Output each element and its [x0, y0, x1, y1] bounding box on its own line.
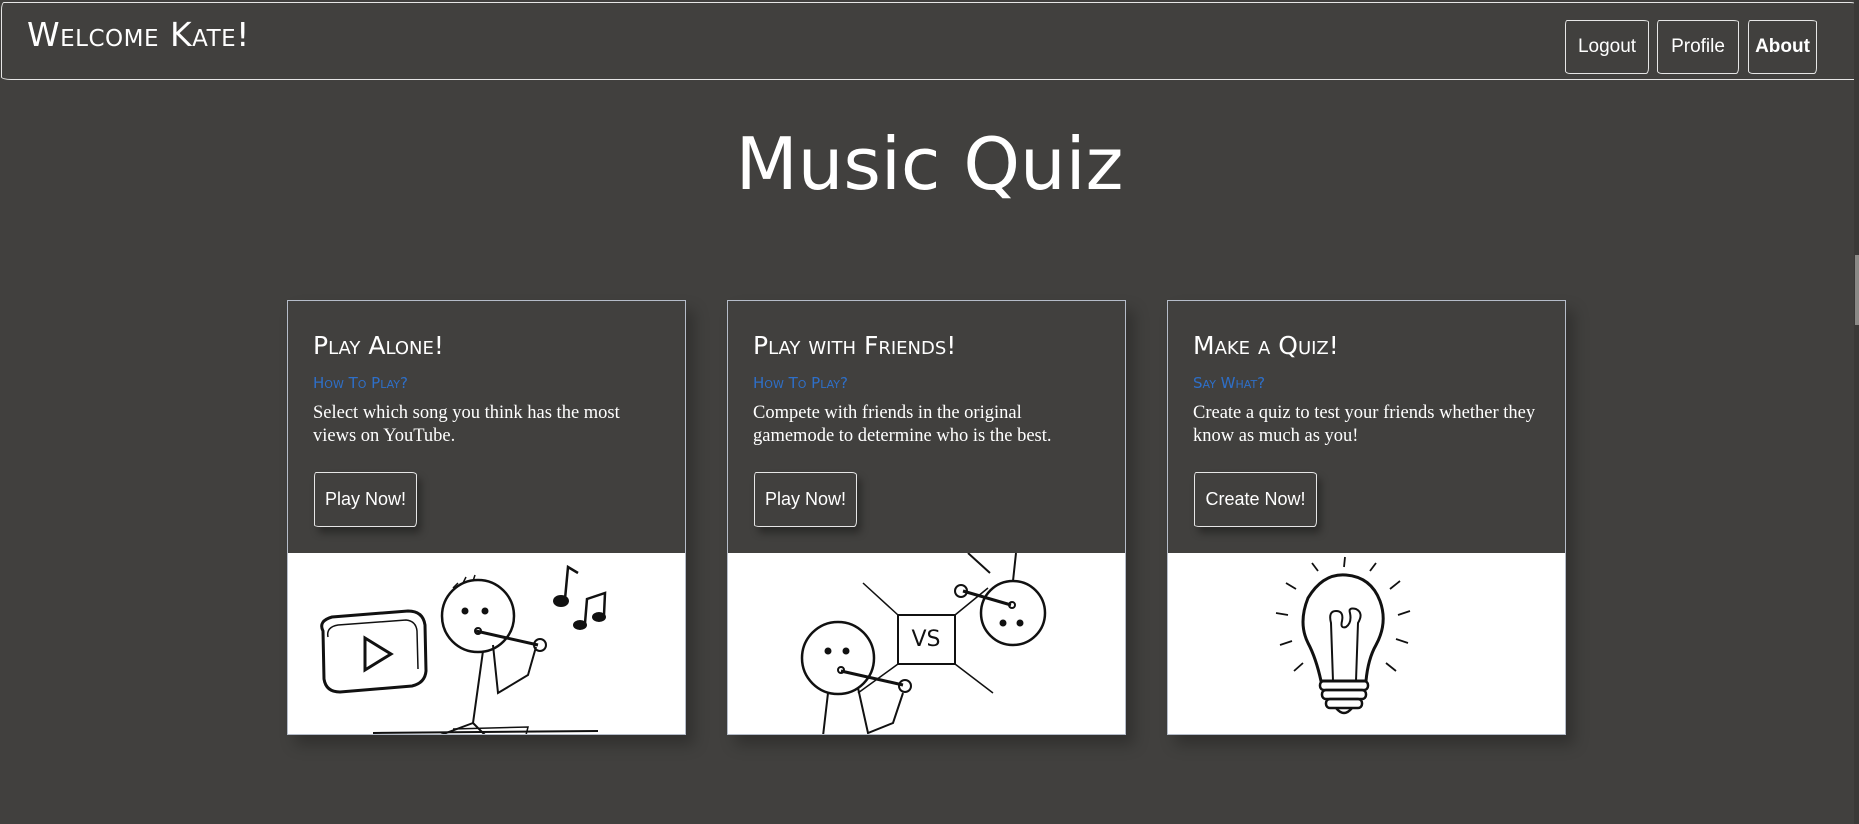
scrollbar-thumb[interactable] [1855, 255, 1859, 325]
create-now-button[interactable]: Create Now! [1194, 472, 1317, 527]
play-with-friends-button[interactable]: Play Now! [754, 472, 857, 527]
card-title: Play with Friends! [753, 331, 957, 360]
card-description: Compete with friends in the original gam… [753, 403, 1052, 446]
card-description: Create a quiz to test your friends wheth… [1193, 403, 1536, 446]
card-description: Select which song you think has the most… [313, 403, 620, 446]
about-button[interactable]: About [1748, 20, 1817, 74]
card-play-alone: Play Alone! How To Play? Select which so… [287, 300, 686, 735]
card-subtitle-link[interactable]: How To Play? [313, 374, 665, 392]
scrollbar[interactable] [1854, 0, 1859, 824]
versus-doodle-icon: VS [728, 553, 1125, 734]
top-navbar: Welcome Kate! Logout Profile About [1, 2, 1856, 80]
play-alone-button[interactable]: Play Now! [314, 472, 417, 527]
profile-button[interactable]: Profile [1657, 20, 1739, 74]
card-subtitle-link[interactable]: How To Play? [753, 374, 1105, 392]
lightbulb-doodle-icon [1168, 553, 1565, 734]
page-title: Music Quiz [735, 122, 1124, 206]
logout-button[interactable]: Logout [1565, 20, 1649, 74]
card-play-with-friends: Play with Friends! How To Play? Compete … [727, 300, 1126, 735]
card-title: Play Alone! [313, 331, 444, 360]
vs-label: VS [911, 627, 940, 652]
welcome-brand: Welcome Kate! [27, 15, 250, 54]
youtube-music-doodle-icon [288, 553, 685, 734]
card-title: Make a Quiz! [1193, 331, 1339, 360]
card-make-a-quiz: Make a Quiz! Say What? Create a quiz to … [1167, 300, 1566, 735]
card-subtitle-link[interactable]: Say What? [1193, 374, 1545, 392]
